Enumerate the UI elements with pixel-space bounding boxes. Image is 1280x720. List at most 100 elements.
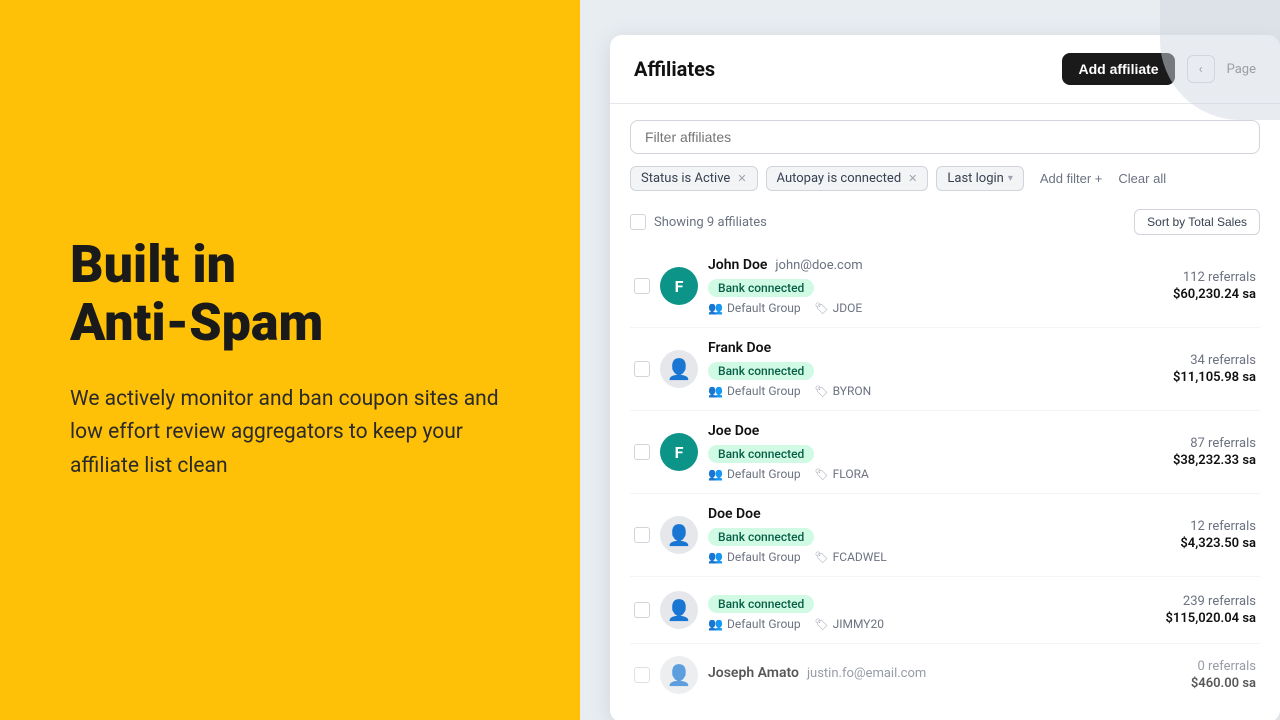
bank-badge: Bank connected xyxy=(708,595,814,613)
avatar: F xyxy=(660,433,698,471)
coupon-code-value: FLORA xyxy=(833,467,869,481)
affiliate-stats: 34 referrals $11,105.98 sa xyxy=(1096,353,1256,385)
group-meta: 👥 Default Group xyxy=(708,617,801,631)
coupon-meta: 🏷 FCADWEL xyxy=(815,550,887,564)
group-name: Default Group xyxy=(727,384,801,398)
avatar: 👤 xyxy=(660,656,698,694)
select-all-checkbox[interactable] xyxy=(630,214,646,230)
filter-autopay-label: Autopay is connected xyxy=(777,171,902,186)
referrals-count: 0 referrals xyxy=(1096,659,1256,674)
bank-badge: Bank connected xyxy=(708,445,814,463)
table-row: 👤 Frank Doe Bank connected 👥 Default Gro… xyxy=(630,328,1260,411)
affiliate-email: justin.fo@email.com xyxy=(807,666,926,681)
coupon-code-value: BYRON xyxy=(833,384,872,398)
affiliate-info: Joseph Amato justin.fo@email.com xyxy=(708,665,1086,685)
row-checkbox[interactable] xyxy=(634,602,650,618)
row-checkbox[interactable] xyxy=(634,527,650,543)
referrals-count: 239 referrals xyxy=(1096,594,1256,609)
affiliate-name: Doe Doe xyxy=(708,506,761,522)
filters-row: Status is Active ✕ Autopay is connected … xyxy=(630,166,1260,191)
affiliate-meta: 👥 Default Group 🏷 FLORA xyxy=(708,467,1086,481)
row-checkbox[interactable] xyxy=(634,361,650,377)
affiliate-stats: 87 referrals $38,232.33 sa xyxy=(1096,436,1256,468)
filter-chip-lastlogin[interactable]: Last login ▾ xyxy=(936,166,1024,191)
avatar: F xyxy=(660,267,698,305)
coupon-icon: 🏷 xyxy=(815,551,829,564)
affiliate-name: Joe Doe xyxy=(708,423,759,439)
row-checkbox[interactable] xyxy=(634,667,650,683)
affiliate-meta: 👥 Default Group 🏷 JIMMY20 xyxy=(708,617,1086,631)
affiliate-name-row: Doe Doe xyxy=(708,506,1086,522)
headline: Built inAnti-Spam xyxy=(70,236,510,350)
referrals-count: 34 referrals xyxy=(1096,353,1256,368)
showing-count: Showing 9 affiliates xyxy=(654,215,767,230)
group-name: Default Group xyxy=(727,617,801,631)
bank-badge: Bank connected xyxy=(708,362,814,380)
coupon-meta: 🏷 JDOE xyxy=(815,301,863,315)
group-icon: 👥 xyxy=(708,301,723,315)
affiliate-stats: 12 referrals $4,323.50 sa xyxy=(1096,519,1256,551)
right-panel: Affiliates Add affiliate ‹ Page Status i… xyxy=(580,0,1280,720)
group-meta: 👥 Default Group xyxy=(708,384,801,398)
content-area: Status is Active ✕ Autopay is connected … xyxy=(610,104,1280,720)
group-icon: 👥 xyxy=(708,384,723,398)
row-checkbox[interactable] xyxy=(634,278,650,294)
app-title: Affiliates xyxy=(634,57,715,81)
coupon-icon: 🏷 xyxy=(815,385,829,398)
coupon-code-value: JDOE xyxy=(833,301,863,315)
affiliate-info: Doe Doe Bank connected 👥 Default Group 🏷… xyxy=(708,506,1086,564)
showing-label: Showing 9 affiliates xyxy=(630,214,767,230)
bank-badge: Bank connected xyxy=(708,279,814,297)
affiliate-name: John Doe xyxy=(708,257,767,273)
affiliate-meta: 👥 Default Group 🏷 BYRON xyxy=(708,384,1086,398)
group-name: Default Group xyxy=(727,467,801,481)
sales-amount: $60,230.24 sa xyxy=(1096,287,1256,302)
filter-chip-autopay[interactable]: Autopay is connected ✕ xyxy=(766,166,929,191)
row-checkbox[interactable] xyxy=(634,444,650,460)
affiliate-name-row: Joe Doe xyxy=(708,423,1086,439)
group-meta: 👥 Default Group xyxy=(708,467,801,481)
avatar: 👤 xyxy=(660,591,698,629)
coupon-meta: 🏷 BYRON xyxy=(815,384,872,398)
affiliate-stats: 0 referrals $460.00 sa xyxy=(1096,659,1256,691)
add-filter-button[interactable]: Add filter + xyxy=(1032,167,1111,190)
clear-all-button[interactable]: Clear all xyxy=(1118,171,1166,186)
table-row: F Joe Doe Bank connected 👥 Default Group xyxy=(630,411,1260,494)
group-icon: 👥 xyxy=(708,550,723,564)
filter-status-label: Status is Active xyxy=(641,171,730,186)
affiliate-info: John Doe john@doe.com Bank connected 👥 D… xyxy=(708,257,1086,315)
referrals-count: 12 referrals xyxy=(1096,519,1256,534)
table-row: F John Doe john@doe.com Bank connected 👥… xyxy=(630,245,1260,328)
affiliate-name-row: Frank Doe xyxy=(708,340,1086,356)
coupon-meta: 🏷 FLORA xyxy=(815,467,869,481)
affiliate-name-row: Joseph Amato justin.fo@email.com xyxy=(708,665,1086,681)
sort-button[interactable]: Sort by Total Sales xyxy=(1134,209,1260,235)
group-icon: 👥 xyxy=(708,467,723,481)
subtext: We actively monitor and ban coupon sites… xyxy=(70,383,510,484)
filter-autopay-remove[interactable]: ✕ xyxy=(908,172,917,185)
search-input[interactable] xyxy=(630,120,1260,154)
sales-amount: $11,105.98 sa xyxy=(1096,370,1256,385)
filter-chip-status[interactable]: Status is Active ✕ xyxy=(630,166,758,191)
affiliate-info: Frank Doe Bank connected 👥 Default Group… xyxy=(708,340,1086,398)
referrals-count: 87 referrals xyxy=(1096,436,1256,451)
avatar: 👤 xyxy=(660,350,698,388)
affiliate-name: Joseph Amato xyxy=(708,665,799,681)
affiliate-stats: 239 referrals $115,020.04 sa xyxy=(1096,594,1256,626)
affiliate-name: Frank Doe xyxy=(708,340,771,356)
group-name: Default Group xyxy=(727,550,801,564)
sales-amount: $115,020.04 sa xyxy=(1096,611,1256,626)
affiliate-info: Joe Doe Bank connected 👥 Default Group 🏷… xyxy=(708,423,1086,481)
coupon-code-value: JIMMY20 xyxy=(833,617,884,631)
coupon-icon: 🏷 xyxy=(815,302,829,315)
coupon-code-value: FCADWEL xyxy=(833,550,887,564)
filter-status-remove[interactable]: ✕ xyxy=(737,172,746,185)
sales-amount: $4,323.50 sa xyxy=(1096,536,1256,551)
affiliate-info: Bank connected 👥 Default Group 🏷 JIMMY20 xyxy=(708,589,1086,631)
affiliate-email: john@doe.com xyxy=(775,258,862,273)
group-icon: 👥 xyxy=(708,617,723,631)
coupon-icon: 🏷 xyxy=(815,468,829,481)
affiliate-stats: 112 referrals $60,230.24 sa xyxy=(1096,270,1256,302)
add-affiliate-button[interactable]: Add affiliate xyxy=(1062,53,1174,85)
group-meta: 👥 Default Group xyxy=(708,550,801,564)
